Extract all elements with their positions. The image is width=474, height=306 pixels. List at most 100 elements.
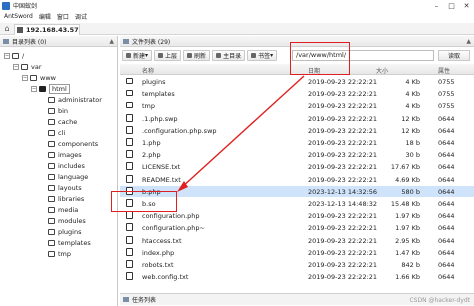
folder-icon xyxy=(48,129,55,136)
window-controls: – □ ✕ xyxy=(429,0,474,11)
collapse-toggle-icon[interactable]: − xyxy=(31,85,37,92)
tree-node[interactable]: bin xyxy=(40,105,68,116)
file-size: 17.67 Kb xyxy=(390,163,420,172)
file-name: htaccess.txt xyxy=(142,236,182,245)
new-button-label: 新建 xyxy=(133,53,146,60)
tree-node[interactable]: tmp xyxy=(40,248,71,259)
file-row[interactable]: templates 2019-09-23 22:22:21 4 Kb 0755 xyxy=(120,88,474,99)
file-row[interactable]: web.config.txt 2019-09-23 22:22:21 1.66 Kb… xyxy=(120,271,474,282)
file-row[interactable]: robots.txt 2019-09-23 22:22:21 842 b 0644 xyxy=(120,259,474,270)
column-permissions[interactable]: 属性 xyxy=(438,66,450,75)
folder-icon xyxy=(21,63,28,70)
tree-node[interactable]: components xyxy=(40,138,98,149)
file-perm: 0644 xyxy=(438,163,455,172)
menu-antsword[interactable]: AntSword xyxy=(4,13,33,20)
refresh-button[interactable]: 刷新 xyxy=(183,50,211,61)
file-size: 12 Kb xyxy=(401,114,420,123)
file-size: 4 Kb xyxy=(405,90,420,99)
tree-node[interactable]: − www xyxy=(22,72,56,83)
tree-node[interactable]: cli xyxy=(40,127,65,138)
tree-node[interactable]: − html xyxy=(31,83,70,94)
file-perm: 0644 xyxy=(438,273,455,282)
menu-window[interactable]: 窗口 xyxy=(57,12,69,21)
tree-node[interactable]: layouts xyxy=(40,182,82,193)
collapse-toggle-icon[interactable]: − xyxy=(4,52,10,59)
folder-icon xyxy=(48,228,55,235)
minimize-icon[interactable]: – xyxy=(429,0,444,11)
tree-node-label: html xyxy=(49,83,70,94)
file-name: templates xyxy=(142,90,175,99)
host-icon xyxy=(17,27,23,33)
collapse-toggle-icon[interactable]: − xyxy=(22,74,28,81)
file-row[interactable]: 2.php 2019-09-23 22:22:21 30 b 0644 xyxy=(120,149,474,160)
file-date: 2019-09-23 22:22:21 xyxy=(308,248,378,257)
tree-node-label: modules xyxy=(58,216,86,225)
tree-node[interactable]: images xyxy=(40,149,82,160)
tab-host[interactable]: 192.168.43.57 xyxy=(14,24,80,35)
tree-node-label: cache xyxy=(58,117,78,126)
home-icon xyxy=(216,53,222,58)
tree-node-label: includes xyxy=(58,161,85,170)
file-icon xyxy=(126,150,133,159)
collapse-toggle-icon[interactable]: − xyxy=(13,63,19,70)
file-perm: 0644 xyxy=(438,114,455,123)
file-row[interactable]: .configuration.php.swp 2019-09-23 22:22:2… xyxy=(120,125,474,136)
new-button[interactable]: 新建 ▾ xyxy=(122,50,153,61)
tree-node[interactable]: includes xyxy=(40,160,85,171)
collapse-icon[interactable]: ▲ xyxy=(109,38,114,45)
file-date: 2019-09-23 22:22:21 xyxy=(308,102,378,111)
file-row[interactable]: LICENSE.txt 2019-09-23 22:22:21 17.67 Kb 06… xyxy=(120,161,474,172)
tree-node[interactable]: administrator xyxy=(40,94,102,105)
file-icon xyxy=(126,113,133,122)
file-row[interactable]: .1.php.swp 2019-09-23 22:22:21 12 Kb 0644 xyxy=(120,113,474,124)
directory-panel-header: 目录列表 (0) ▲ xyxy=(0,36,117,47)
tree-node[interactable]: modules xyxy=(40,215,86,226)
bookmark-icon xyxy=(251,53,257,58)
tree-node[interactable]: templates xyxy=(40,237,91,248)
file-row[interactable]: htaccess.txt 2019-09-23 22:22:21 2.95 Kb 06… xyxy=(120,235,474,246)
tree-node-label: var xyxy=(31,62,42,71)
tree-node[interactable]: plugins xyxy=(40,226,82,237)
directory-panel-title: 目录列表 (0) xyxy=(12,38,47,46)
maximize-icon[interactable]: □ xyxy=(444,0,459,11)
file-size: 4.69 Kb xyxy=(395,175,420,184)
watermark: CSDN @hacker-dydt xyxy=(409,297,470,304)
tree-node[interactable]: − / xyxy=(4,50,24,61)
directory-panel: 目录列表 (0) ▲ − / − var − www − html administrator b… xyxy=(0,36,118,306)
tree-node[interactable]: media xyxy=(40,204,78,215)
tree-node[interactable]: language xyxy=(40,171,88,182)
tree-node[interactable]: − var xyxy=(13,61,42,72)
file-size: 4 Kb xyxy=(405,78,420,86)
read-path-button[interactable]: 读取 xyxy=(438,50,470,61)
file-row[interactable]: index.php 2019-09-23 22:22:21 1.47 Kb 0644 xyxy=(120,247,474,258)
collapse-icon[interactable]: ▲ xyxy=(466,38,471,45)
file-row[interactable]: README.txt 2019-09-23 22:22:21 4.69 Kb 0644 xyxy=(120,174,474,185)
column-name[interactable]: 名称 xyxy=(142,66,154,75)
menu-debug[interactable]: 调试 xyxy=(75,12,87,21)
file-icon xyxy=(126,235,133,244)
folder-icon xyxy=(48,118,55,125)
file-row[interactable]: plugins 2019-09-23 22:22:21 4 Kb 0755 xyxy=(120,76,474,87)
folder-icon xyxy=(126,78,133,84)
tree-node-label: components xyxy=(58,139,99,148)
file-date: 2019-09-23 22:22:21 xyxy=(308,236,378,245)
column-size[interactable]: 大小 xyxy=(376,66,388,75)
home-tab-icon[interactable]: ⌂ xyxy=(2,24,12,34)
tree-node-label: layouts xyxy=(58,183,82,192)
up-button[interactable]: 上层 xyxy=(154,50,182,61)
file-row[interactable]: 1.php 2019-09-23 22:22:21 18 b 0644 xyxy=(120,137,474,148)
file-icon xyxy=(126,260,133,268)
tree-node[interactable]: libraries xyxy=(40,193,84,204)
home-dir-button[interactable]: 主目录 xyxy=(212,50,246,61)
tree-node[interactable]: cache xyxy=(40,116,77,127)
close-icon[interactable]: ✕ xyxy=(459,0,474,11)
bookmark-button[interactable]: 书签 ▾ xyxy=(247,50,278,61)
folder-icon xyxy=(12,52,19,59)
task-list-label[interactable]: 任务列表 xyxy=(132,295,156,304)
file-row[interactable]: configuration.php~ 2019-09-23 22:22:21 1.9… xyxy=(120,222,474,233)
menu-edit[interactable]: 编辑 xyxy=(39,12,51,21)
file-name: .configuration.php.swp xyxy=(142,126,217,135)
file-date: 2023-12-13 14:32:56 xyxy=(308,187,378,196)
plus-icon xyxy=(126,53,131,58)
file-row[interactable]: tmp 2019-09-23 22:22:21 4 Kb 0755 xyxy=(120,100,474,111)
